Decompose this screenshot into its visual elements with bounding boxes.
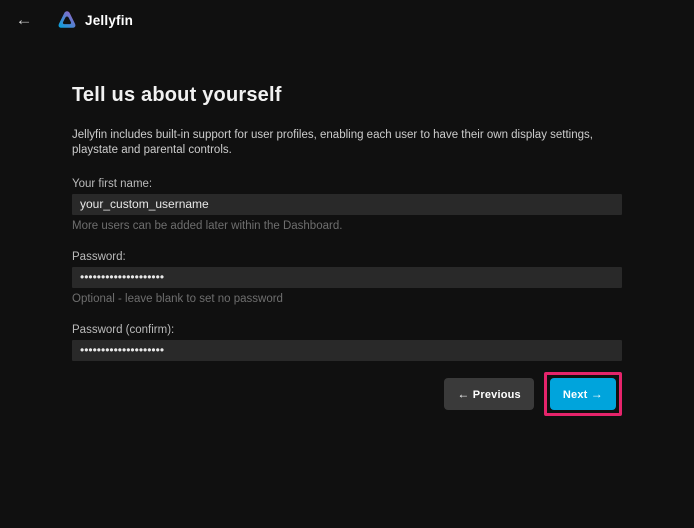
password-label: Password: — [72, 251, 622, 263]
top-bar: ← Jellyfin — [0, 0, 694, 40]
page-title: Tell us about yourself — [72, 84, 622, 107]
username-help: More users can be added later within the… — [72, 220, 622, 232]
page-description: Jellyfin includes built-in support for u… — [72, 128, 622, 158]
password-input[interactable] — [72, 267, 622, 288]
password-field-group: Password: Optional - leave blank to set … — [72, 251, 622, 305]
jellyfin-logo: Jellyfin — [56, 9, 133, 31]
password-help: Optional - leave blank to set no passwor… — [72, 293, 622, 305]
arrow-right-icon: → — [591, 387, 603, 401]
app-title: Jellyfin — [85, 13, 133, 28]
jellyfin-icon — [56, 9, 78, 31]
setup-form: Tell us about yourself Jellyfin includes… — [0, 84, 694, 416]
wizard-button-row: ← Previous Next → — [72, 372, 622, 416]
username-label: Your first name: — [72, 178, 622, 190]
back-button[interactable]: ← — [10, 6, 38, 34]
username-input[interactable] — [72, 194, 622, 215]
next-button[interactable]: Next → — [550, 378, 616, 410]
next-button-highlight: Next → — [544, 372, 622, 416]
password-confirm-field-group: Password (confirm): — [72, 324, 622, 361]
arrow-left-icon: ← — [457, 387, 469, 401]
next-button-label: Next — [563, 389, 588, 401]
arrow-left-icon: ← — [16, 10, 33, 29]
password-confirm-label: Password (confirm): — [72, 324, 622, 336]
username-field-group: Your first name: More users can be added… — [72, 178, 622, 232]
previous-button[interactable]: ← Previous — [444, 378, 534, 410]
previous-button-label: Previous — [473, 389, 521, 401]
password-confirm-input[interactable] — [72, 340, 622, 361]
